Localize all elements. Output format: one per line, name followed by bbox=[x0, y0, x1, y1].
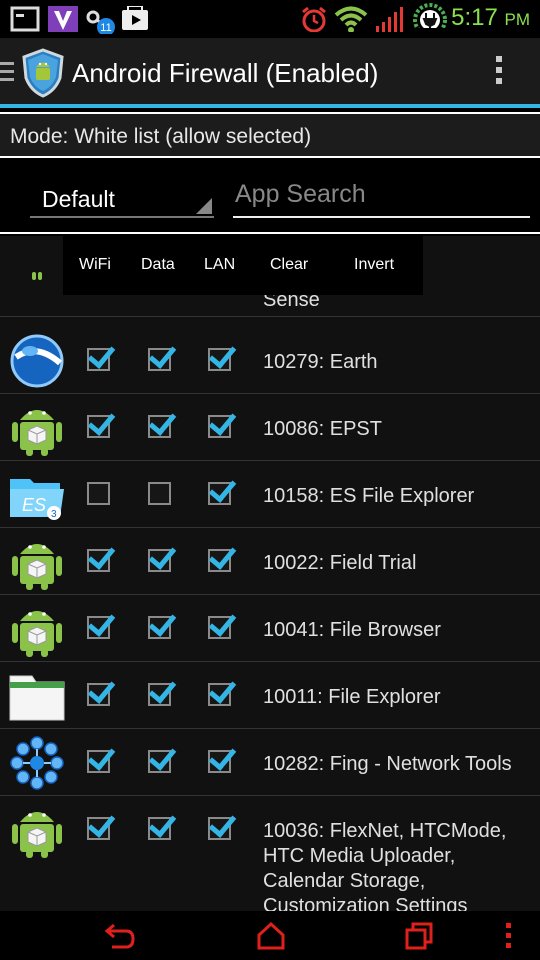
list-item: 10022: Field Trial bbox=[0, 528, 540, 595]
viber-icon bbox=[48, 6, 78, 32]
lan-checkbox[interactable] bbox=[208, 817, 231, 840]
up-navigation-icon[interactable] bbox=[0, 62, 14, 86]
back-icon[interactable] bbox=[104, 921, 136, 951]
wifi-checkbox[interactable] bbox=[87, 348, 110, 371]
app-name: 10036: FlexNet, HTCMode, HTC Media Uploa… bbox=[263, 820, 507, 911]
list-item: 10041: File Browser bbox=[0, 595, 540, 662]
lan-checkbox[interactable] bbox=[208, 616, 231, 639]
column-wifi[interactable]: WiFi bbox=[79, 256, 111, 274]
profile-value: Default bbox=[42, 186, 115, 212]
mode-selector[interactable]: Mode: White list (allow selected) bbox=[0, 112, 540, 158]
filter-bar: Default bbox=[0, 160, 540, 234]
wifi-checkbox[interactable] bbox=[87, 750, 110, 773]
notification-badge: 11 bbox=[100, 22, 111, 34]
lan-checkbox[interactable] bbox=[208, 415, 231, 438]
key-icon: 11 bbox=[86, 10, 115, 34]
app-name: 10041: File Browser bbox=[263, 619, 441, 641]
lan-checkbox[interactable] bbox=[208, 482, 231, 505]
column-lan[interactable]: LAN bbox=[204, 256, 235, 274]
android-default-icon bbox=[12, 611, 62, 657]
data-checkbox[interactable] bbox=[148, 348, 171, 371]
clock: 5:17 PM bbox=[451, 4, 530, 32]
folder-icon bbox=[9, 675, 65, 721]
android-default-icon bbox=[12, 812, 62, 858]
es-file-explorer-icon: ES 3 bbox=[10, 479, 64, 520]
wifi-checkbox[interactable] bbox=[87, 482, 110, 505]
wifi-checkbox[interactable] bbox=[87, 415, 110, 438]
column-data[interactable]: Data bbox=[141, 256, 175, 274]
app-name: 10022: Field Trial bbox=[263, 552, 417, 574]
clock-ampm: PM bbox=[504, 10, 531, 29]
list-item: 10011: File Explorer bbox=[0, 662, 540, 729]
data-checkbox[interactable] bbox=[148, 549, 171, 572]
app-name: 10158: ES File Explorer bbox=[263, 485, 475, 507]
alarm-icon bbox=[302, 6, 326, 32]
data-checkbox[interactable] bbox=[148, 482, 171, 505]
data-checkbox[interactable] bbox=[148, 817, 171, 840]
wifi-icon bbox=[334, 6, 368, 32]
lan-checkbox[interactable] bbox=[208, 683, 231, 706]
android-default-icon bbox=[12, 410, 62, 456]
fing-icon bbox=[10, 736, 64, 790]
app-name: 10282: Fing - Network Tools bbox=[263, 753, 512, 775]
action-bar: Android Firewall (Enabled) bbox=[0, 38, 540, 108]
play-store-icon bbox=[122, 6, 148, 30]
app-title: Android Firewall (Enabled) bbox=[72, 58, 379, 88]
wifi-checkbox[interactable] bbox=[87, 616, 110, 639]
firewall-shield-icon[interactable] bbox=[22, 48, 64, 98]
app-name: 10011: File Explorer bbox=[263, 686, 441, 708]
status-bar: 11 5:17 PM bbox=[0, 0, 540, 38]
terminal-icon bbox=[10, 6, 40, 32]
column-header: WiFi Data LAN Clear Invert bbox=[63, 236, 423, 295]
wifi-checkbox[interactable] bbox=[87, 683, 110, 706]
app-name: 10279: Earth bbox=[263, 351, 378, 373]
app-name: 10086: EPST bbox=[263, 418, 382, 440]
home-icon[interactable] bbox=[256, 921, 286, 951]
column-clear[interactable]: Clear bbox=[270, 256, 308, 274]
data-checkbox[interactable] bbox=[148, 750, 171, 773]
navigation-bar bbox=[0, 911, 540, 960]
wifi-checkbox[interactable] bbox=[87, 549, 110, 572]
android-default-icon bbox=[32, 272, 42, 280]
svg-text:ES: ES bbox=[22, 495, 46, 515]
list-item: 10279: Earth bbox=[0, 327, 540, 394]
lan-checkbox[interactable] bbox=[208, 750, 231, 773]
profile-spinner[interactable]: Default bbox=[30, 176, 214, 218]
data-checkbox[interactable] bbox=[148, 616, 171, 639]
signal-icon bbox=[376, 7, 403, 32]
spinner-arrow-icon bbox=[196, 198, 212, 214]
column-invert[interactable]: Invert bbox=[354, 256, 394, 274]
list-item: 10036: FlexNet, HTCMode, HTC Media Uploa… bbox=[0, 796, 540, 911]
data-checkbox[interactable] bbox=[148, 415, 171, 438]
menu-dots-icon[interactable] bbox=[504, 921, 514, 951]
mode-label: Mode: White list (allow selected) bbox=[10, 125, 312, 148]
google-earth-icon bbox=[10, 334, 64, 388]
android-default-icon bbox=[12, 544, 62, 590]
overflow-menu-icon[interactable] bbox=[496, 56, 506, 89]
lan-checkbox[interactable] bbox=[208, 348, 231, 371]
app-search-input[interactable] bbox=[233, 172, 530, 218]
list-item: ES 3 10158: ES File Explorer bbox=[0, 461, 540, 528]
battery-charging-icon bbox=[413, 3, 447, 28]
data-checkbox[interactable] bbox=[148, 683, 171, 706]
svg-text:3: 3 bbox=[51, 509, 57, 520]
app-list[interactable]: Sense 10279: Earth 10086: EPST ES 3 10158: E… bbox=[0, 236, 540, 911]
recent-apps-icon[interactable] bbox=[404, 921, 434, 951]
wifi-checkbox[interactable] bbox=[87, 817, 110, 840]
list-item: 10086: EPST bbox=[0, 394, 540, 461]
clock-time: 5:17 bbox=[451, 4, 498, 31]
list-item: 10282: Fing - Network Tools bbox=[0, 729, 540, 796]
lan-checkbox[interactable] bbox=[208, 549, 231, 572]
